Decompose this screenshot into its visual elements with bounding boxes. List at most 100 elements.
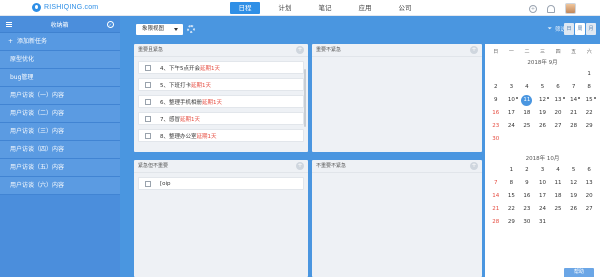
calendar-day[interactable]: 14	[488, 190, 504, 203]
calendar-day[interactable]: 29	[504, 216, 520, 229]
sidebar-item[interactable]: 用户访谈（四）内容	[0, 141, 120, 159]
calendar-day[interactable]: 10	[504, 94, 520, 107]
calendar-day[interactable]: 21	[488, 203, 504, 216]
calendar-day[interactable]: 22	[504, 203, 520, 216]
calendar-day[interactable]: 15	[504, 190, 520, 203]
sidebar-item[interactable]: 原型优化	[0, 51, 120, 69]
calendar-day[interactable]: 22	[581, 107, 597, 120]
calendar-day[interactable]: 1	[581, 68, 597, 81]
calendar-day[interactable]: 28	[566, 120, 582, 133]
calendar-day[interactable]: 2	[519, 164, 535, 177]
calendar-day[interactable]: 18	[519, 107, 535, 120]
task-checkbox[interactable]	[145, 64, 151, 71]
sidebar-item[interactable]: 用户访谈（五）内容	[0, 159, 120, 177]
nav-item-company[interactable]: 公司	[390, 2, 420, 14]
help-button[interactable]: 帮助	[564, 268, 594, 277]
task-checkbox[interactable]	[145, 180, 151, 187]
sidebar-item[interactable]: 用户访谈（三）内容	[0, 123, 120, 141]
add-icon[interactable]: +	[529, 4, 537, 13]
calendar-day[interactable]: 19	[535, 107, 551, 120]
calendar-day[interactable]: 18	[550, 190, 566, 203]
calendar-day[interactable]: 20	[550, 107, 566, 120]
calendar-day[interactable]: 27	[550, 120, 566, 133]
calendar-day[interactable]: 12	[535, 94, 551, 107]
calendar-day[interactable]: 27	[581, 203, 597, 216]
calendar-day[interactable]: 6	[581, 164, 597, 177]
check-icon[interactable]: ✓	[106, 20, 114, 28]
add-icon[interactable]: +	[470, 46, 478, 54]
sidebar-item[interactable]: bug管理	[0, 69, 120, 87]
calendar-day[interactable]: 21	[566, 107, 582, 120]
gear-icon[interactable]	[187, 25, 195, 33]
calendar-day[interactable]: 2	[488, 81, 504, 94]
add-icon[interactable]: +	[296, 162, 304, 170]
menu-icon[interactable]	[6, 21, 12, 27]
sidebar-item[interactable]: 用户访谈（一）内容	[0, 87, 120, 105]
calendar-day[interactable]: 4	[519, 81, 535, 94]
calendar-day[interactable]: 4	[550, 164, 566, 177]
calendar-day[interactable]: 14	[566, 94, 582, 107]
add-icon[interactable]: +	[470, 162, 478, 170]
sidebar-item[interactable]: 用户访谈（六）内容	[0, 177, 120, 195]
task-item[interactable]: 7、感冒 延期1天	[138, 112, 304, 125]
task-item[interactable]: 4、下午5点开会 延期1天	[138, 61, 304, 74]
calendar-day[interactable]: 29	[581, 120, 597, 133]
calendar-day[interactable]: 25	[519, 120, 535, 133]
calendar-day[interactable]: 11	[550, 177, 566, 190]
add-icon[interactable]: +	[296, 46, 304, 54]
task-item[interactable]: [oip	[138, 177, 304, 190]
task-checkbox[interactable]	[145, 132, 151, 139]
calendar-day[interactable]: 7	[488, 177, 504, 190]
calendar-day[interactable]: 28	[488, 216, 504, 229]
nav-item-apps[interactable]: 应用	[350, 2, 380, 14]
task-checkbox[interactable]	[145, 81, 151, 88]
logo[interactable]: RISHIQING.com	[32, 3, 98, 12]
task-checkbox[interactable]	[145, 98, 151, 105]
calendar-day[interactable]: 30	[519, 216, 535, 229]
view-month-button[interactable]: 月	[586, 23, 596, 35]
task-item[interactable]: 8、整理办公室 延期1天	[138, 129, 304, 142]
scrollbar[interactable]	[304, 69, 306, 127]
calendar-day[interactable]: 24	[504, 120, 520, 133]
calendar-day[interactable]: 10	[535, 177, 551, 190]
sidebar-item[interactable]: 用户访谈（二）内容	[0, 105, 120, 123]
calendar-day[interactable]: 13	[581, 177, 597, 190]
calendar-day[interactable]: 6	[550, 81, 566, 94]
calendar-day[interactable]: 25	[550, 203, 566, 216]
calendar-day[interactable]: 3	[504, 81, 520, 94]
view-week-button[interactable]: 周	[575, 23, 585, 35]
calendar-day[interactable]: 24	[535, 203, 551, 216]
calendar-day[interactable]: 1	[504, 164, 520, 177]
calendar-day[interactable]: 8	[504, 177, 520, 190]
calendar-day[interactable]: 20	[581, 190, 597, 203]
calendar-day[interactable]: 17	[504, 107, 520, 120]
calendar-day[interactable]: 3	[535, 164, 551, 177]
calendar-day[interactable]: 26	[535, 120, 551, 133]
calendar-day[interactable]: 9	[519, 177, 535, 190]
calendar-day[interactable]: 16	[488, 107, 504, 120]
calendar-day[interactable]: 31	[535, 216, 551, 229]
calendar-day[interactable]: 19	[566, 190, 582, 203]
calendar-day[interactable]: 12	[566, 177, 582, 190]
calendar-day[interactable]: 13	[550, 94, 566, 107]
task-item[interactable]: 5、下班打卡 延期1天	[138, 78, 304, 91]
calendar-day[interactable]: 15	[581, 94, 597, 107]
view-dropdown[interactable]: 象限视图	[136, 24, 183, 35]
calendar-day[interactable]: 23	[488, 120, 504, 133]
calendar-day[interactable]: 16	[519, 190, 535, 203]
calendar-day[interactable]: 7	[566, 81, 582, 94]
avatar[interactable]	[565, 3, 576, 14]
task-item[interactable]: 6、整理手机相册 延期1天	[138, 95, 304, 108]
nav-item-schedule[interactable]: 日程	[230, 2, 260, 14]
task-checkbox[interactable]	[145, 115, 151, 122]
calendar-day[interactable]: 5	[566, 164, 582, 177]
nav-item-notes[interactable]: 笔记	[310, 2, 340, 14]
view-day-button[interactable]: 日	[564, 23, 574, 35]
bell-icon[interactable]	[547, 4, 555, 13]
calendar-day[interactable]: 8	[581, 81, 597, 94]
calendar-day[interactable]: 11	[519, 94, 535, 107]
nav-item-plan[interactable]: 计划	[270, 2, 300, 14]
add-task-button[interactable]: + 添加新任务	[0, 33, 120, 51]
calendar-day[interactable]: 26	[566, 203, 582, 216]
calendar-day[interactable]: 23	[519, 203, 535, 216]
